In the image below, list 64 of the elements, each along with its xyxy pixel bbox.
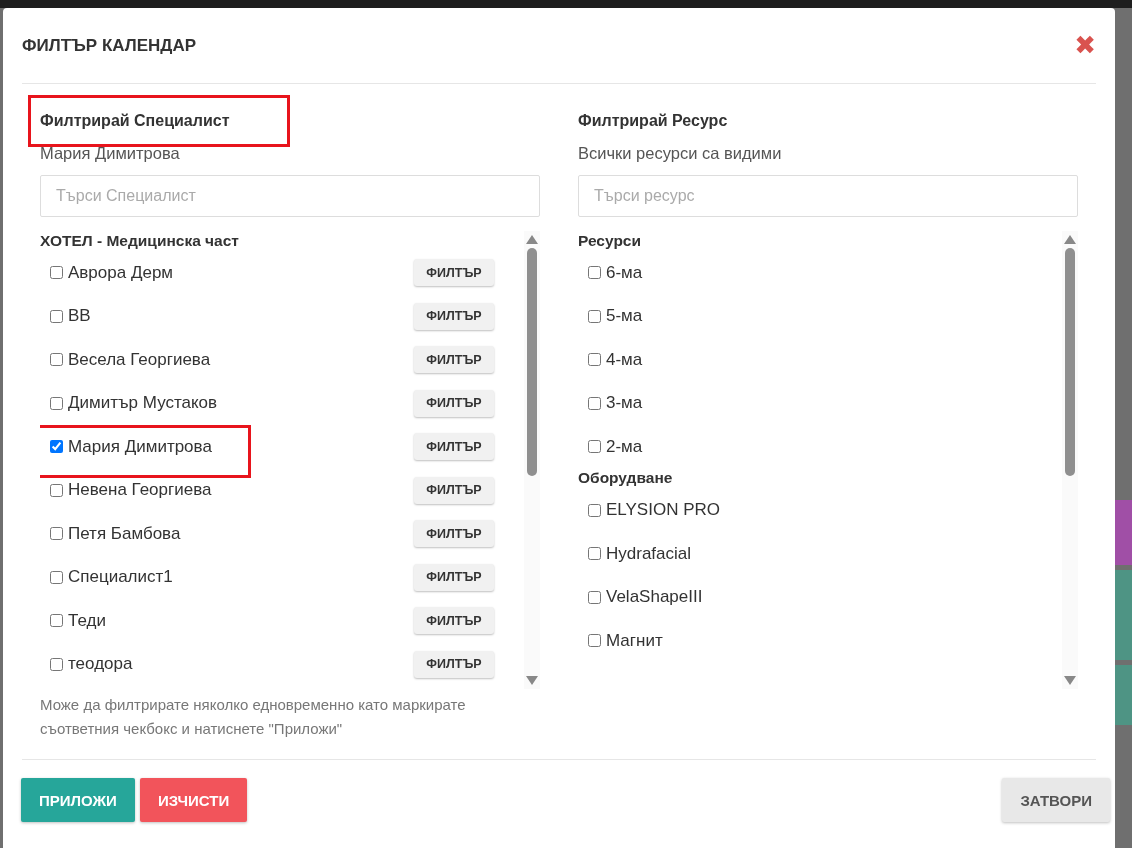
specialist-name: ВВ (68, 306, 91, 327)
specialist-name: Весела Георгиева (68, 349, 211, 370)
filter-button[interactable]: ФИЛТЪР (414, 433, 494, 461)
dialog-title: ФИЛТЪР КАЛЕНДАР (22, 35, 197, 57)
filter-button[interactable]: ФИЛТЪР (414, 346, 494, 374)
checkbox[interactable] (588, 590, 601, 604)
resource-name: 4-ма (606, 349, 643, 370)
filter-button[interactable]: ФИЛТЪР (414, 259, 494, 287)
section-heading: Филтрирай Специалист (40, 111, 230, 129)
specialist-name: Мария Димитрова (68, 436, 212, 457)
filter-button[interactable]: ФИЛТЪР (414, 389, 494, 417)
scrollbar[interactable] (1062, 230, 1078, 689)
checkbox[interactable] (50, 570, 63, 584)
checkbox[interactable] (588, 503, 601, 517)
checkbox[interactable] (50, 309, 63, 323)
footer-button[interactable]: ЗАТВОРИ (1002, 778, 1110, 823)
checkbox[interactable] (588, 353, 601, 367)
resource-name: 2-ма (606, 436, 643, 457)
calendar-event-block (1115, 500, 1132, 565)
group-title: Оборудване (578, 468, 674, 489)
checkbox[interactable] (588, 396, 601, 410)
filter-button[interactable]: ФИЛТЪР (414, 650, 494, 678)
specialist-name: Невена Георгиева (68, 480, 212, 501)
specialist-name: Теди (68, 610, 106, 631)
search-field[interactable]: Търси ресурс (578, 174, 1078, 217)
checkbox[interactable] (588, 634, 601, 648)
resource-name: VelaShapeIII (606, 587, 703, 608)
help-text: Може да филтрирате няколко едновременно като маркирате съответния чекбокс и натиснете "Приложи" (40, 694, 467, 739)
filter-button[interactable]: ФИЛТЪР (414, 520, 494, 548)
resource-name: Hydrafacial (606, 543, 692, 564)
scrollbar[interactable] (524, 230, 540, 689)
checkbox[interactable] (588, 266, 601, 280)
resource-name: ELYSION PRO (606, 500, 720, 521)
group-title: Ресурси (578, 230, 643, 251)
checkbox[interactable] (50, 527, 63, 541)
specialist-name: Аврора Дерм (68, 262, 174, 283)
filter-button[interactable]: ФИЛТЪР (414, 302, 494, 330)
specialist-name: Специалист1 (68, 567, 173, 588)
checkbox[interactable] (588, 547, 601, 561)
checkbox[interactable] (50, 266, 63, 280)
checkbox[interactable] (50, 396, 63, 410)
group-title: ХОТЕЛ - Медицинска част (40, 230, 240, 251)
checkbox[interactable] (50, 614, 63, 628)
checkbox[interactable] (588, 309, 601, 323)
selection-summary: Мария Димитрова (40, 143, 181, 163)
specialist-name: Димитър Мустаков (68, 393, 218, 414)
specialist-name: Петя Бамбова (68, 523, 181, 544)
checkbox[interactable] (50, 353, 63, 367)
calendar-event-block (1115, 665, 1132, 725)
checkbox[interactable] (50, 440, 63, 454)
checkbox[interactable] (50, 483, 63, 497)
resource-name: Магнит (606, 630, 663, 651)
checkbox[interactable] (50, 657, 63, 671)
specialist-name: теодора (68, 654, 133, 675)
filter-button[interactable]: ФИЛТЪР (414, 607, 494, 635)
resource-name: 3-ма (606, 393, 643, 414)
selection-summary: Всички ресурси са видими (578, 143, 783, 163)
filter-button[interactable]: ФИЛТЪР (414, 476, 494, 504)
resource-name: 6-ма (606, 262, 643, 283)
search-field[interactable]: Търси Специалист (40, 174, 540, 217)
section-heading: Филтрирай Ресурс (578, 111, 728, 129)
resource-name: 5-ма (606, 306, 643, 327)
filter-button[interactable]: ФИЛТЪР (414, 563, 494, 591)
checkbox[interactable] (588, 440, 601, 454)
